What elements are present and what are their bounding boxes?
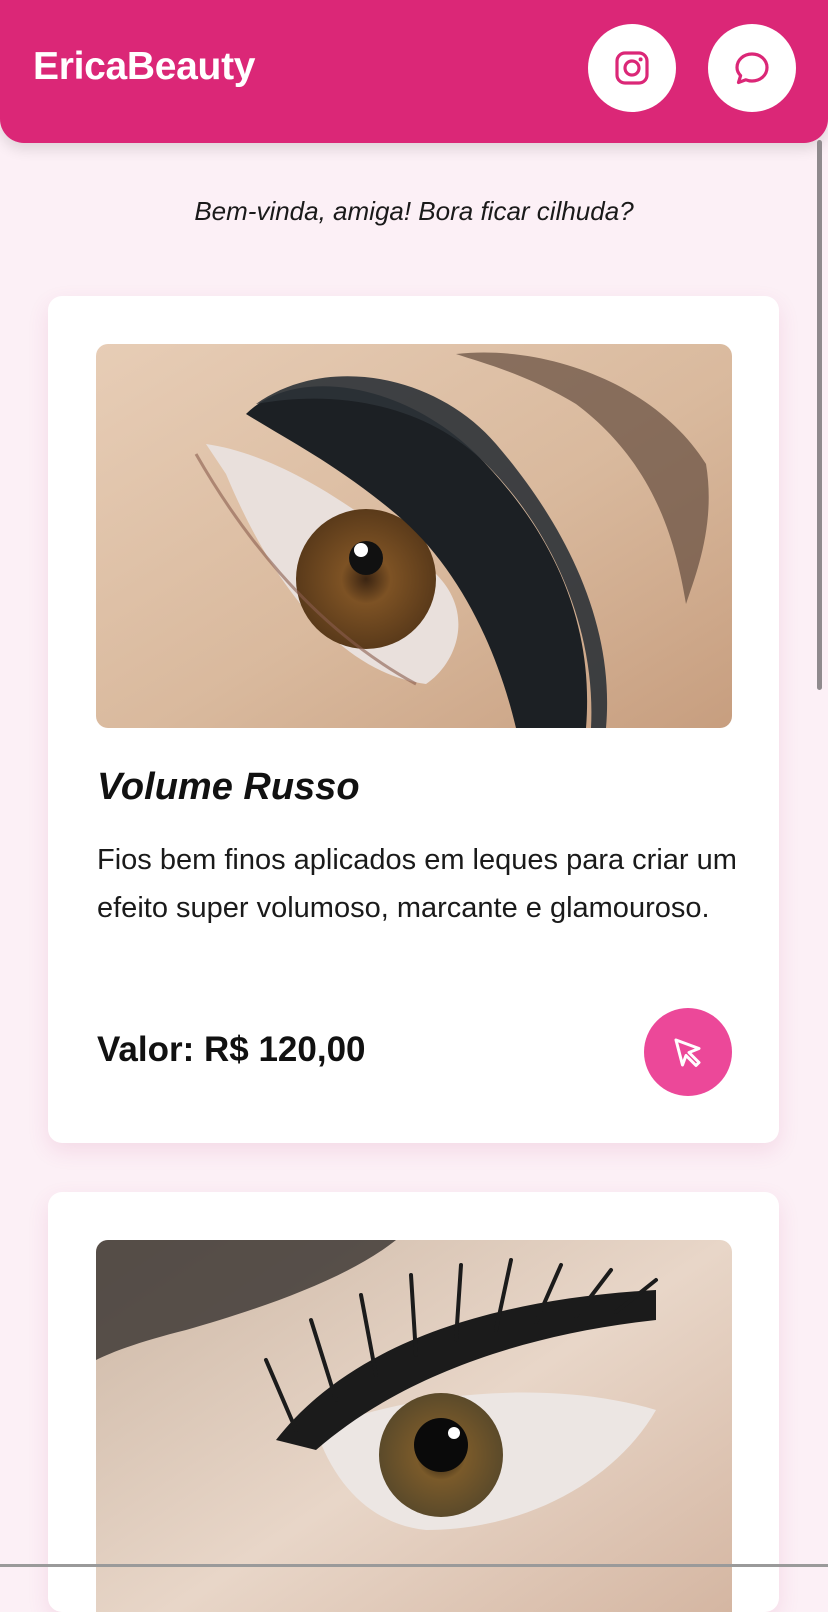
cursor-pointer-icon: [674, 1038, 701, 1067]
service-photo: [96, 1240, 732, 1612]
app-header: EricaBeauty: [0, 0, 828, 143]
select-service-button[interactable]: [644, 1008, 732, 1096]
service-price: Valor: R$ 120,00: [97, 1030, 366, 1069]
message-circle-icon: [735, 52, 769, 85]
chat-button[interactable]: [708, 24, 796, 112]
service-photo: [96, 344, 732, 728]
service-card: Volume Russo Fios bem finos aplicados em…: [48, 296, 779, 1143]
brand-name[interactable]: EricaBeauty: [33, 45, 255, 89]
service-title: Volume Russo: [97, 766, 360, 808]
instagram-button[interactable]: [588, 24, 676, 112]
instagram-icon: [615, 51, 649, 85]
service-card: [48, 1192, 779, 1612]
welcome-message: Bem-vinda, amiga! Bora ficar cilhuda?: [194, 196, 634, 226]
service-description: Fios bem finos aplicados em leques para …: [97, 844, 737, 924]
